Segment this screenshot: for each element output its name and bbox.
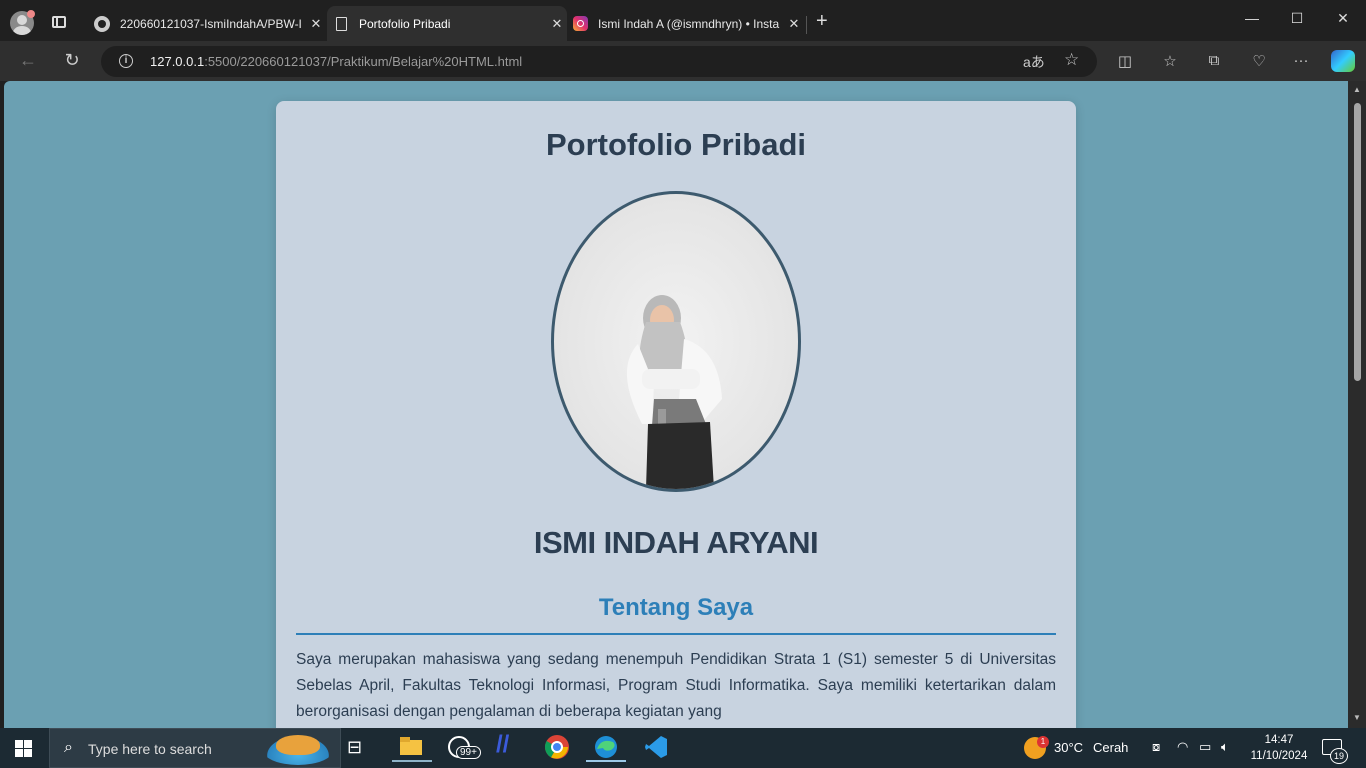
document-icon (333, 16, 349, 32)
person-illustration (626, 295, 722, 489)
app-active-indicator (392, 760, 432, 762)
app-active-indicator (586, 760, 626, 762)
instagram-icon (572, 16, 588, 32)
site-info-icon[interactable]: i (119, 54, 133, 68)
favorite-star-icon[interactable]: ☆ (1064, 50, 1079, 70)
weather-temperature[interactable]: 30°C (1054, 740, 1083, 755)
weather-badge: 1 (1037, 736, 1049, 748)
search-icon: ⌕ (64, 739, 73, 756)
windows-taskbar: ⌕ Type here to search ⊟ 99+ // 1 30°C Ce… (0, 728, 1366, 768)
taskbar-clock[interactable]: 14:47 11/10/2024 (1249, 732, 1309, 764)
more-menu-icon[interactable]: ··· (1291, 52, 1311, 69)
portfolio-card: Portofolio Pribadi ISMI INDAH ARYANI Ten… (276, 101, 1076, 728)
tab-title: Ismi Indah A (@ismndhryn) • Insta (598, 16, 780, 31)
address-bar[interactable]: i 127.0.0.1:5500/220660121037/Praktikum/… (101, 46, 1097, 77)
scroll-down-arrow-icon[interactable]: ▼ (1353, 713, 1361, 722)
clock-date: 11/10/2024 (1250, 750, 1308, 762)
person-name: ISMI INDAH ARYANI (533, 525, 819, 560)
scrollbar-thumb[interactable] (1354, 103, 1361, 381)
notification-count-badge: 19 (1330, 748, 1348, 764)
tab-portofolio[interactable]: Portofolio Pribadi ✕ (327, 6, 567, 41)
clock-time: 14:47 (1264, 734, 1294, 746)
close-tab-icon[interactable]: ✕ (306, 16, 326, 32)
section-title-about: Tentang Saya (598, 594, 754, 621)
url-text[interactable]: 127.0.0.1:5500/220660121037/Praktikum/Be… (150, 54, 522, 69)
weather-description[interactable]: Cerah (1093, 740, 1128, 755)
edge-icon[interactable] (586, 734, 626, 762)
close-tab-icon[interactable]: ✕ (784, 16, 804, 32)
vertical-scrollbar[interactable]: ▲ ▼ (1348, 81, 1366, 728)
meet-now-icon[interactable]: ⧇ (1152, 739, 1160, 755)
read-aloud-icon[interactable]: aあ (1023, 52, 1045, 72)
code-app-icon[interactable]: // (496, 731, 526, 759)
vscode-icon[interactable] (643, 734, 673, 762)
collections-icon[interactable]: ⧉ (1204, 52, 1224, 69)
search-highlight-icon (262, 733, 334, 765)
back-arrow-icon[interactable]: ← (16, 50, 40, 71)
scroll-up-arrow-icon[interactable]: ▲ (1353, 85, 1361, 94)
new-tab-plus-icon[interactable]: + (816, 10, 828, 33)
split-screen-icon[interactable]: ◫ (1115, 52, 1135, 70)
chrome-icon[interactable] (544, 734, 574, 762)
task-view-icon[interactable]: ⊟ (347, 737, 377, 765)
browser-toolbar: ← ↻ i 127.0.0.1:5500/220660121037/Prakti… (0, 41, 1366, 81)
whatsapp-icon[interactable]: 99+ (446, 734, 481, 762)
tab-github[interactable]: 220660121037-IsmiIndahA/PBW-I ✕ (86, 6, 326, 41)
profile-status-dot (27, 10, 35, 18)
github-icon (94, 15, 110, 32)
page-viewport: Portofolio Pribadi ISMI INDAH ARYANI Ten… (4, 81, 1348, 728)
about-text: Saya merupakan mahasiswa yang sedang men… (296, 651, 1056, 720)
url-host: 127.0.0.1 (150, 54, 205, 69)
refresh-icon[interactable]: ↻ (60, 50, 84, 71)
tab-title: 220660121037-IsmiIndahA/PBW-I (120, 16, 302, 31)
page-title: Portofolio Pribadi (545, 127, 807, 162)
file-explorer-icon[interactable] (392, 734, 432, 762)
whatsapp-badge: 99+ (456, 746, 481, 759)
maximize-window-icon[interactable]: ☐ (1274, 10, 1320, 27)
wifi-icon[interactable]: ◠ (1177, 739, 1188, 755)
tab-divider (806, 16, 807, 34)
minimize-window-icon[interactable]: — (1229, 10, 1275, 26)
url-path: :5500/220660121037/Praktikum/Belajar%20H… (204, 54, 523, 69)
browser-tab-bar: 220660121037-IsmiIndahA/PBW-I ✕ Portofol… (0, 0, 1366, 41)
section-divider (296, 633, 1056, 635)
close-tab-icon[interactable]: ✕ (547, 16, 567, 32)
favorites-icon[interactable]: ☆ (1160, 52, 1180, 70)
close-window-icon[interactable]: ✕ (1320, 10, 1366, 27)
windows-start-icon[interactable] (15, 740, 32, 757)
profile-photo (551, 191, 801, 492)
battery-icon[interactable]: ▭ (1199, 739, 1211, 755)
tab-instagram[interactable]: Ismi Indah A (@ismndhryn) • Insta ✕ (568, 6, 804, 41)
tab-title: Portofolio Pribadi (359, 16, 451, 31)
taskbar-search-box[interactable]: ⌕ Type here to search (49, 728, 341, 768)
tab-actions-icon[interactable] (52, 16, 66, 28)
browser-essentials-icon[interactable]: ♡ (1249, 52, 1269, 70)
copilot-icon[interactable] (1331, 50, 1355, 72)
volume-icon[interactable]: 🔈︎ (1221, 739, 1229, 755)
search-placeholder: Type here to search (88, 741, 212, 757)
